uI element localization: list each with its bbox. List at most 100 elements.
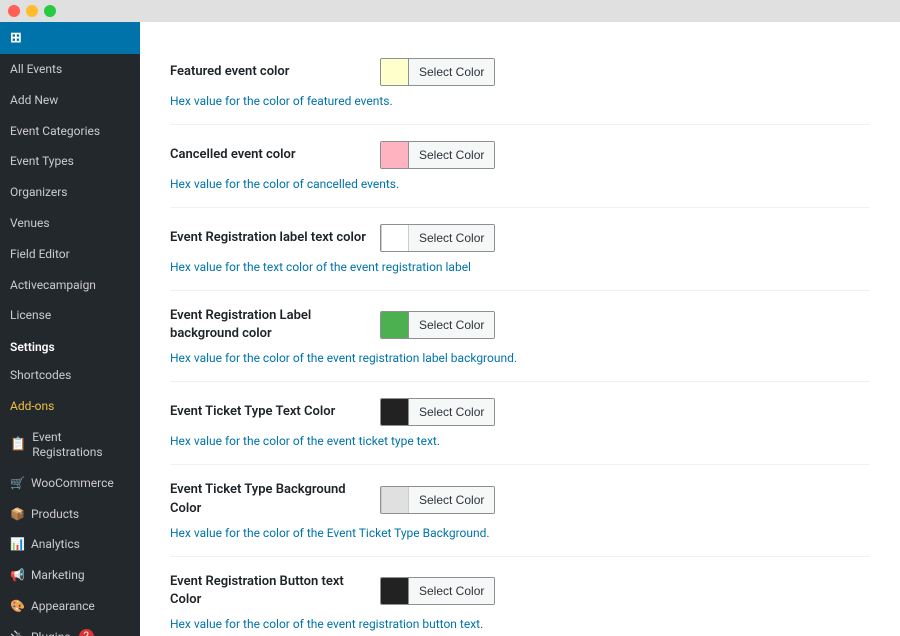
sidebar-item-label: Event Types: [10, 153, 74, 170]
select-color-button[interactable]: Select Color: [409, 224, 494, 252]
marketing-icon: 📢: [10, 567, 25, 584]
sidebar-item-venues[interactable]: Venues: [0, 208, 140, 239]
sidebar-item-analytics[interactable]: 📊 Analytics: [0, 529, 140, 560]
color-preview-button[interactable]: Select Color: [380, 141, 495, 169]
color-field-hint: Hex value for the color of the Event Tic…: [170, 526, 870, 540]
color-field-row: Event Registration Label background colo…: [170, 291, 870, 382]
color-field-hint: Hex value for the color of cancelled eve…: [170, 177, 870, 191]
sidebar-item-marketing[interactable]: 📢 Marketing: [0, 560, 140, 591]
color-field-label: Event Registration label text color: [170, 229, 370, 247]
sidebar-item-event-registrations[interactable]: 📋 EventRegistrations: [0, 422, 140, 468]
select-color-button[interactable]: Select Color: [409, 398, 494, 426]
color-field-row: Event Ticket Type Text Color Select Color…: [170, 382, 870, 465]
products-icon: 📦: [10, 506, 25, 523]
sidebar-item-addons[interactable]: Add-ons: [0, 391, 140, 422]
sidebar-item-appearance[interactable]: 🎨 Appearance: [0, 591, 140, 622]
sidebar-item-products[interactable]: 📦 Products: [0, 499, 140, 530]
color-swatch: [381, 58, 409, 86]
color-field-top: Event Registration Button text Color Sele…: [170, 573, 870, 609]
sidebar-item-label: All Events: [10, 61, 62, 78]
sidebar-item-settings[interactable]: Settings: [0, 331, 140, 360]
color-swatch: [381, 398, 409, 426]
color-field-label: Event Ticket Type Background Color: [170, 481, 370, 517]
sidebar-item-event-types[interactable]: Event Types: [0, 146, 140, 177]
sidebar-item-label: Add New: [10, 92, 58, 109]
color-field-row: Featured event color Select Color Hex valu…: [170, 42, 870, 125]
plugins-icon: 🔌: [10, 629, 25, 636]
select-color-button[interactable]: Select Color: [409, 577, 494, 605]
color-field-row: Cancelled event color Select Color Hex val…: [170, 125, 870, 208]
sidebar-item-all-events[interactable]: All Events: [0, 54, 140, 85]
sidebar-item-label: Organizers: [10, 184, 68, 201]
color-field-top: Event Ticket Type Background Color Select…: [170, 481, 870, 517]
color-preview-button[interactable]: Select Color: [380, 311, 495, 339]
select-color-button[interactable]: Select Color: [409, 486, 494, 514]
sidebar-item-label: Analytics: [31, 536, 80, 553]
color-field-top: Cancelled event color Select Color: [170, 141, 870, 169]
sidebar-item-label: Products: [31, 506, 79, 523]
color-preview-button[interactable]: Select Color: [380, 486, 495, 514]
minimize-button[interactable]: [26, 5, 38, 17]
color-field-top: Featured event color Select Color: [170, 58, 870, 86]
color-field-hint: Hex value for the color of featured even…: [170, 94, 870, 108]
sidebar-item-plugins[interactable]: 🔌 Plugins 2: [0, 622, 140, 636]
color-preview-button[interactable]: Select Color: [380, 224, 495, 252]
color-field-row: Event Registration label text color Selec…: [170, 208, 870, 291]
sidebar-item-label: License: [10, 307, 51, 324]
color-preview-button[interactable]: Select Color: [380, 398, 495, 426]
color-field-label: Event Registration Button text Color: [170, 573, 370, 609]
event-manager-icon: ⊞: [10, 30, 22, 46]
titlebar: [0, 0, 900, 22]
color-field-hint: Hex value for the color of the event tic…: [170, 434, 870, 448]
color-field-top: Event Registration Label background colo…: [170, 307, 870, 343]
sidebar-item-label: Venues: [10, 215, 50, 232]
color-swatch: [381, 311, 409, 339]
plugins-badge: 2: [79, 629, 95, 636]
color-swatch: [381, 577, 409, 605]
sidebar-item-shortcodes[interactable]: Shortcodes: [0, 360, 140, 391]
sidebar-item-label: Event Categories: [10, 123, 100, 140]
color-field-top: Event Registration label text color Selec…: [170, 224, 870, 252]
close-button[interactable]: [8, 5, 20, 17]
sidebar-header: ⊞: [0, 22, 140, 54]
color-field-row: Event Ticket Type Background Color Select…: [170, 465, 870, 556]
sidebar-item-label: Marketing: [31, 567, 85, 584]
sidebar-item-field-editor[interactable]: Field Editor: [0, 239, 140, 270]
sidebar-item-label: EventRegistrations: [32, 430, 102, 461]
color-fields-container: Featured event color Select Color Hex valu…: [170, 42, 870, 636]
sidebar-item-event-categories[interactable]: Event Categories: [0, 116, 140, 147]
color-field-hint: Hex value for the color of the event reg…: [170, 617, 870, 631]
sidebar-item-label: Shortcodes: [10, 367, 71, 384]
color-field-label: Cancelled event color: [170, 146, 370, 164]
woocommerce-icon: 🛒: [10, 475, 25, 492]
maximize-button[interactable]: [44, 5, 56, 17]
sidebar-item-label: WooCommerce: [31, 475, 114, 492]
select-color-button[interactable]: Select Color: [409, 141, 494, 169]
select-color-button[interactable]: Select Color: [409, 311, 494, 339]
sidebar-item-label: Settings: [10, 339, 55, 356]
sidebar-item-woocommerce[interactable]: 🛒 WooCommerce: [0, 468, 140, 499]
select-color-button[interactable]: Select Color: [409, 58, 494, 86]
sidebar-item-label: Plugins: [31, 629, 71, 636]
color-field-label: Event Registration Label background colo…: [170, 307, 370, 343]
sidebar-item-organizers[interactable]: Organizers: [0, 177, 140, 208]
color-swatch: [381, 486, 409, 514]
color-field-hint: Hex value for the color of the event reg…: [170, 351, 870, 365]
color-field-top: Event Ticket Type Text Color Select Color: [170, 398, 870, 426]
color-field-label: Event Ticket Type Text Color: [170, 403, 370, 421]
analytics-icon: 📊: [10, 536, 25, 553]
color-preview-button[interactable]: Select Color: [380, 577, 495, 605]
color-preview-button[interactable]: Select Color: [380, 58, 495, 86]
main-content: Featured event color Select Color Hex valu…: [140, 22, 900, 636]
sidebar-item-license[interactable]: License: [0, 300, 140, 331]
sidebar-item-label: Field Editor: [10, 246, 70, 263]
event-registrations-icon: 📋: [10, 436, 26, 454]
sidebar-item-label: Add-ons: [10, 398, 54, 415]
color-field-label: Featured event color: [170, 63, 370, 81]
sidebar-item-label: Activecampaign: [10, 277, 96, 294]
sidebar-item-add-new[interactable]: Add New: [0, 85, 140, 116]
appearance-icon: 🎨: [10, 598, 25, 615]
color-swatch: [381, 141, 409, 169]
color-swatch: [381, 224, 409, 252]
sidebar-item-activecampaign[interactable]: Activecampaign: [0, 270, 140, 301]
